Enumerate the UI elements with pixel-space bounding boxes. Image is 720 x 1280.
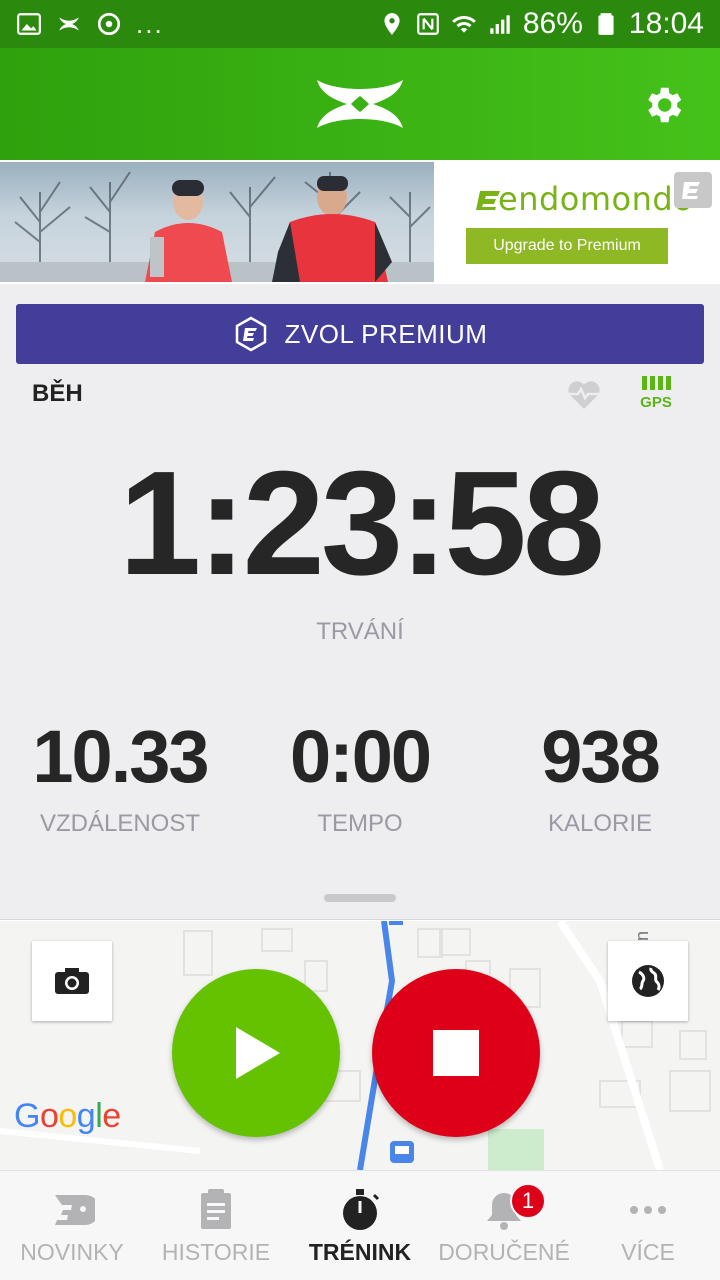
ad-banner[interactable]: endomondo Upgrade to Premium [0, 162, 720, 282]
signal-icon [490, 15, 510, 34]
nav-workout-label: TRÉNINK [308, 1239, 412, 1265]
stat-calories[interactable]: 938 KALORIE [480, 720, 720, 838]
camera-icon [55, 968, 89, 994]
nfc-icon [417, 13, 439, 35]
stopwatch-icon [343, 1189, 380, 1230]
choose-premium-label: ZVOL PREMIUM [284, 318, 488, 349]
distance-value: 10.33 [32, 715, 209, 798]
choose-premium-button[interactable]: ZVOL PREMIUM [16, 304, 704, 364]
gear-icon[interactable] [640, 82, 686, 128]
duration-value: 1:23:58 [118, 441, 605, 606]
play-icon [236, 1027, 280, 1079]
distance-label: VZDÁLENOST [39, 810, 201, 837]
nav-workout[interactable]: TRÉNINK [288, 1171, 432, 1280]
gps-status: GPS [636, 376, 676, 416]
battery-icon [598, 13, 614, 35]
ad-panel: endomondo Upgrade to Premium [434, 162, 720, 282]
app-bar [0, 48, 720, 160]
ad-choices-icon[interactable] [674, 172, 712, 208]
ad-photo [0, 162, 434, 282]
drag-handle[interactable] [324, 894, 396, 902]
stat-distance[interactable]: 10.33 VZDÁLENOST [0, 720, 240, 838]
nav-more-label: VÍCE [621, 1239, 675, 1265]
clock: 18:04 [628, 7, 704, 40]
sport-type[interactable]: BĚH [32, 380, 83, 408]
nav-history[interactable]: HISTORIE [144, 1171, 288, 1280]
workout-panel: ZVOL PREMIUM BĚH GPS 1:23:58 TRVÁNÍ 10.3… [0, 284, 720, 920]
ad-brand: endomondo [498, 180, 694, 218]
nav-news[interactable]: NOVINKY [0, 1171, 144, 1280]
nav-news-label: NOVINKY [20, 1239, 124, 1265]
stop-button[interactable] [372, 969, 540, 1137]
stat-pace[interactable]: 0:00 TEMPO [240, 720, 480, 838]
nav-history-label: HISTORIE [161, 1239, 271, 1265]
camera-button[interactable] [32, 941, 112, 1021]
history-icon [201, 1189, 231, 1229]
nav-more[interactable]: VÍCE [576, 1171, 720, 1280]
more-icon [630, 1206, 666, 1214]
resume-button[interactable] [172, 969, 340, 1137]
more-notifications: ... [136, 8, 164, 39]
sync-icon [97, 12, 121, 36]
google-logo: Google [14, 1097, 121, 1135]
battery-percent: 86% [522, 7, 583, 40]
upgrade-to-premium-button[interactable]: Upgrade to Premium [466, 228, 668, 264]
image-icon [17, 13, 41, 35]
wifi-icon [451, 16, 476, 33]
app-screen: ... 86% 18:04 endomondo Upgrade to Premi… [0, 0, 720, 1280]
pace-value: 0:00 [289, 715, 432, 798]
map-type-button[interactable] [608, 941, 688, 1021]
pace-label: TEMPO [317, 810, 403, 837]
heart-rate-icon[interactable] [566, 377, 602, 411]
news-icon [55, 1195, 95, 1225]
map-view[interactable]: ul Google [0, 921, 720, 1170]
status-bar: ... 86% 18:04 [0, 0, 720, 48]
gps-label: GPS [640, 394, 672, 411]
under-armour-notification-icon [59, 17, 79, 31]
nav-inbox-label: DORUČENÉ [438, 1239, 570, 1265]
inbox-badge: 1 [510, 1183, 546, 1219]
calories-label: KALORIE [547, 810, 653, 837]
globe-icon [632, 965, 664, 997]
location-icon [384, 13, 400, 35]
duration-label: TRVÁNÍ [316, 618, 404, 645]
nav-inbox[interactable]: 1 DORUČENÉ [432, 1171, 576, 1280]
calories-value: 938 [541, 715, 660, 798]
premium-hexagon-icon [235, 316, 266, 352]
bottom-navigation: NOVINKY HISTORIE TRÉNINK 1 DORUČENÉ VÍCE [0, 1170, 720, 1280]
under-armour-logo [317, 80, 403, 128]
gps-signal-icon [636, 376, 676, 390]
stop-icon [433, 1030, 479, 1076]
